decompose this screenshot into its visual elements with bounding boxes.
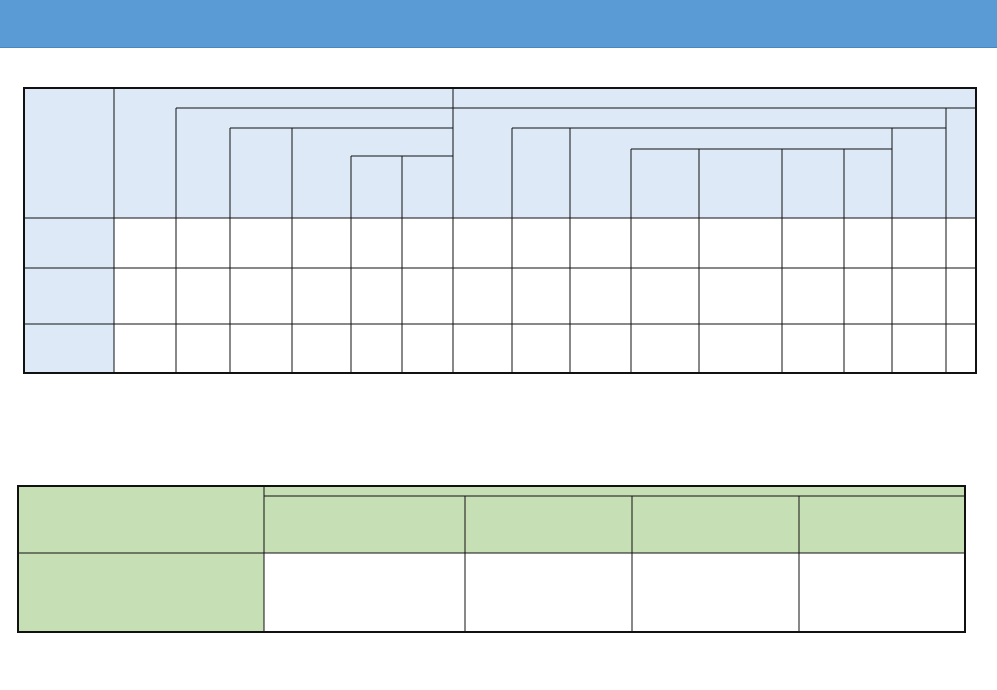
table-2 [17,485,966,633]
table-1-row-header-column [24,218,114,373]
table-1 [23,87,977,374]
table-2-row-header-cell [18,553,264,632]
tables-canvas [17,87,977,633]
